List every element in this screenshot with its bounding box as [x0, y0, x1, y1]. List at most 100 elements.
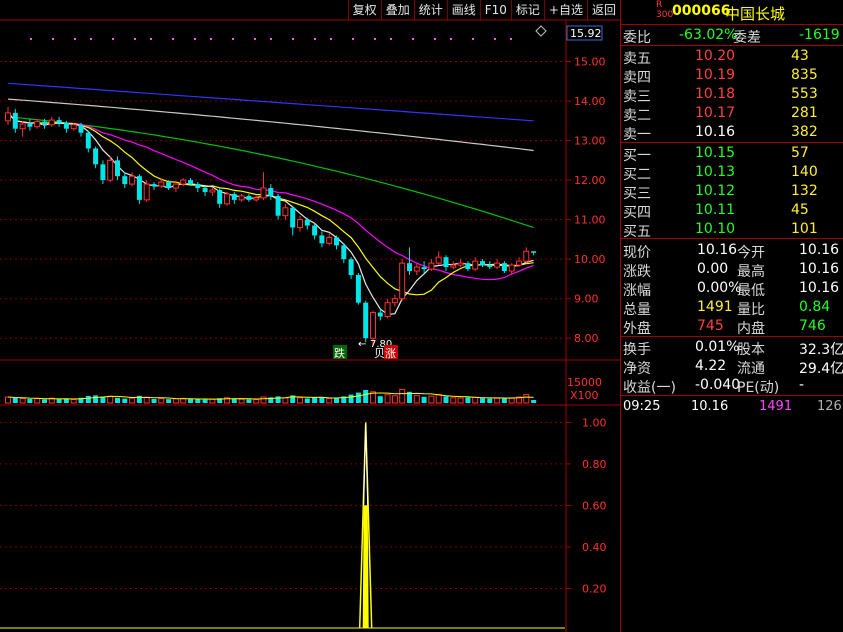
fund-value: 4.22 [695, 358, 727, 374]
signal-dot [210, 38, 212, 40]
diamond-icon[interactable] [535, 25, 547, 37]
candle-body [450, 264, 457, 268]
candle-body [275, 195, 281, 216]
indicator-tick-label: 0.20 [582, 582, 607, 595]
candle-body [472, 260, 479, 270]
board-label: 300 [656, 10, 674, 20]
buy-price: 10.13 [695, 164, 736, 180]
zhang-marker: 涨 [385, 347, 396, 360]
candle-body [348, 259, 354, 275]
stock-name[interactable]: 中国长城 [725, 3, 785, 24]
buy-price: 10.10 [695, 221, 736, 237]
buy-order-row: 买三 10.12 132 [621, 182, 843, 202]
volume-bar [42, 399, 47, 403]
price-tick-label: 13.00 [574, 135, 606, 148]
order-ratio-label: 委比 [623, 30, 651, 46]
candle-body [34, 121, 41, 128]
quote-panel: R 300 000066 中国长城 委比 -63.02% 委差 -1619 卖五… [620, 0, 843, 632]
volume-unit-label: X100 [570, 389, 599, 402]
volume-bar [253, 399, 260, 404]
indicator-tick-label: 0.40 [582, 541, 607, 554]
signal-dot [270, 38, 272, 40]
candle-body [494, 262, 501, 268]
candle-body [282, 207, 289, 217]
signal-dot [292, 38, 294, 40]
volume-bar [85, 396, 91, 403]
buy-volume: 132 [791, 183, 818, 199]
buy-price: 10.15 [695, 145, 736, 161]
candle-body [209, 189, 216, 193]
candle-body [428, 262, 435, 270]
quote-label: 现价 [623, 245, 651, 261]
sell-label: 卖一 [623, 127, 651, 143]
volume-bar [129, 397, 136, 404]
volume-bar [5, 396, 11, 404]
volume-bar [319, 397, 325, 403]
candle-body [457, 262, 464, 266]
tick-volume: 1491 [759, 399, 793, 414]
quote-value: 0.00 [697, 261, 729, 277]
candle-body [501, 263, 507, 272]
candle-body [48, 119, 55, 126]
price-tick-label: 12.00 [574, 174, 606, 187]
volume-bar [472, 396, 479, 404]
sell-volume: 835 [791, 67, 818, 83]
volume-bar [70, 398, 77, 404]
chart-grid [0, 19, 620, 632]
fund-label-2: PE(动) [737, 380, 780, 396]
signal-dot [494, 38, 496, 40]
quote-label: 外盘 [623, 321, 651, 337]
volume-bar [246, 399, 252, 403]
fund-label-2: 股本 [737, 342, 765, 358]
order-diff-label: 委差 [733, 30, 761, 46]
tick-price: 10.16 [691, 399, 729, 414]
volume-bar [377, 396, 383, 403]
candle-body [531, 251, 537, 253]
volume-bar [363, 390, 369, 403]
tick-row: 09:25 10.16 1491 126 [621, 398, 843, 417]
sell-order-row: 卖五 10.20 43 [621, 47, 843, 67]
candle-body [172, 183, 179, 189]
tick-count: 126 [817, 399, 842, 414]
candle-body [143, 183, 150, 201]
candle-body [115, 160, 120, 177]
volume-bar [19, 397, 26, 404]
stock-code[interactable]: 000066 [672, 3, 730, 19]
quote-value: 0.00% [697, 280, 742, 296]
sell-volume: 382 [791, 124, 818, 140]
volume-bar [348, 394, 354, 403]
kline-chart[interactable]: 1.00 0.80 0.60 0.40 0.20 15.92 15000 X100 15… [0, 0, 620, 632]
quote-value: 1491 [697, 299, 733, 315]
volume-bar [34, 398, 41, 404]
candle-body [188, 180, 193, 185]
candle-body [129, 175, 136, 185]
price-tick-label: 15.00 [574, 56, 606, 69]
candle-body [523, 250, 530, 262]
signal-dot [450, 38, 452, 40]
volume-series [5, 388, 537, 404]
volume-bar [487, 398, 493, 403]
quote-label-2: 最低 [737, 283, 765, 299]
candle-body [107, 159, 114, 181]
candle-body [224, 193, 230, 205]
candle-body [180, 179, 187, 185]
signal-dot [352, 38, 354, 40]
candle-body [217, 190, 223, 204]
candle-body [100, 164, 106, 181]
quote-label-2: 内盘 [737, 321, 765, 337]
quote-value-2: 746 [799, 318, 826, 334]
volume-bar [457, 397, 464, 404]
fund-label-2: 流通 [737, 361, 765, 377]
quote-row: 外盘 745 内盘 746 [621, 317, 843, 337]
signal-dot [90, 38, 92, 40]
price-tick-label: 8.00 [574, 332, 599, 345]
candle-body [56, 120, 62, 123]
volume-bar [12, 398, 18, 403]
candle-body [195, 184, 201, 189]
buy-price: 10.11 [695, 202, 736, 218]
sell-order-row: 卖二 10.17 281 [621, 104, 843, 124]
indicator-tick-label: 1.00 [582, 416, 607, 429]
candle-body [384, 302, 391, 317]
order-ratio-row: 委比 -63.02% 委差 -1619 [621, 26, 843, 46]
volume-bar [399, 388, 406, 404]
